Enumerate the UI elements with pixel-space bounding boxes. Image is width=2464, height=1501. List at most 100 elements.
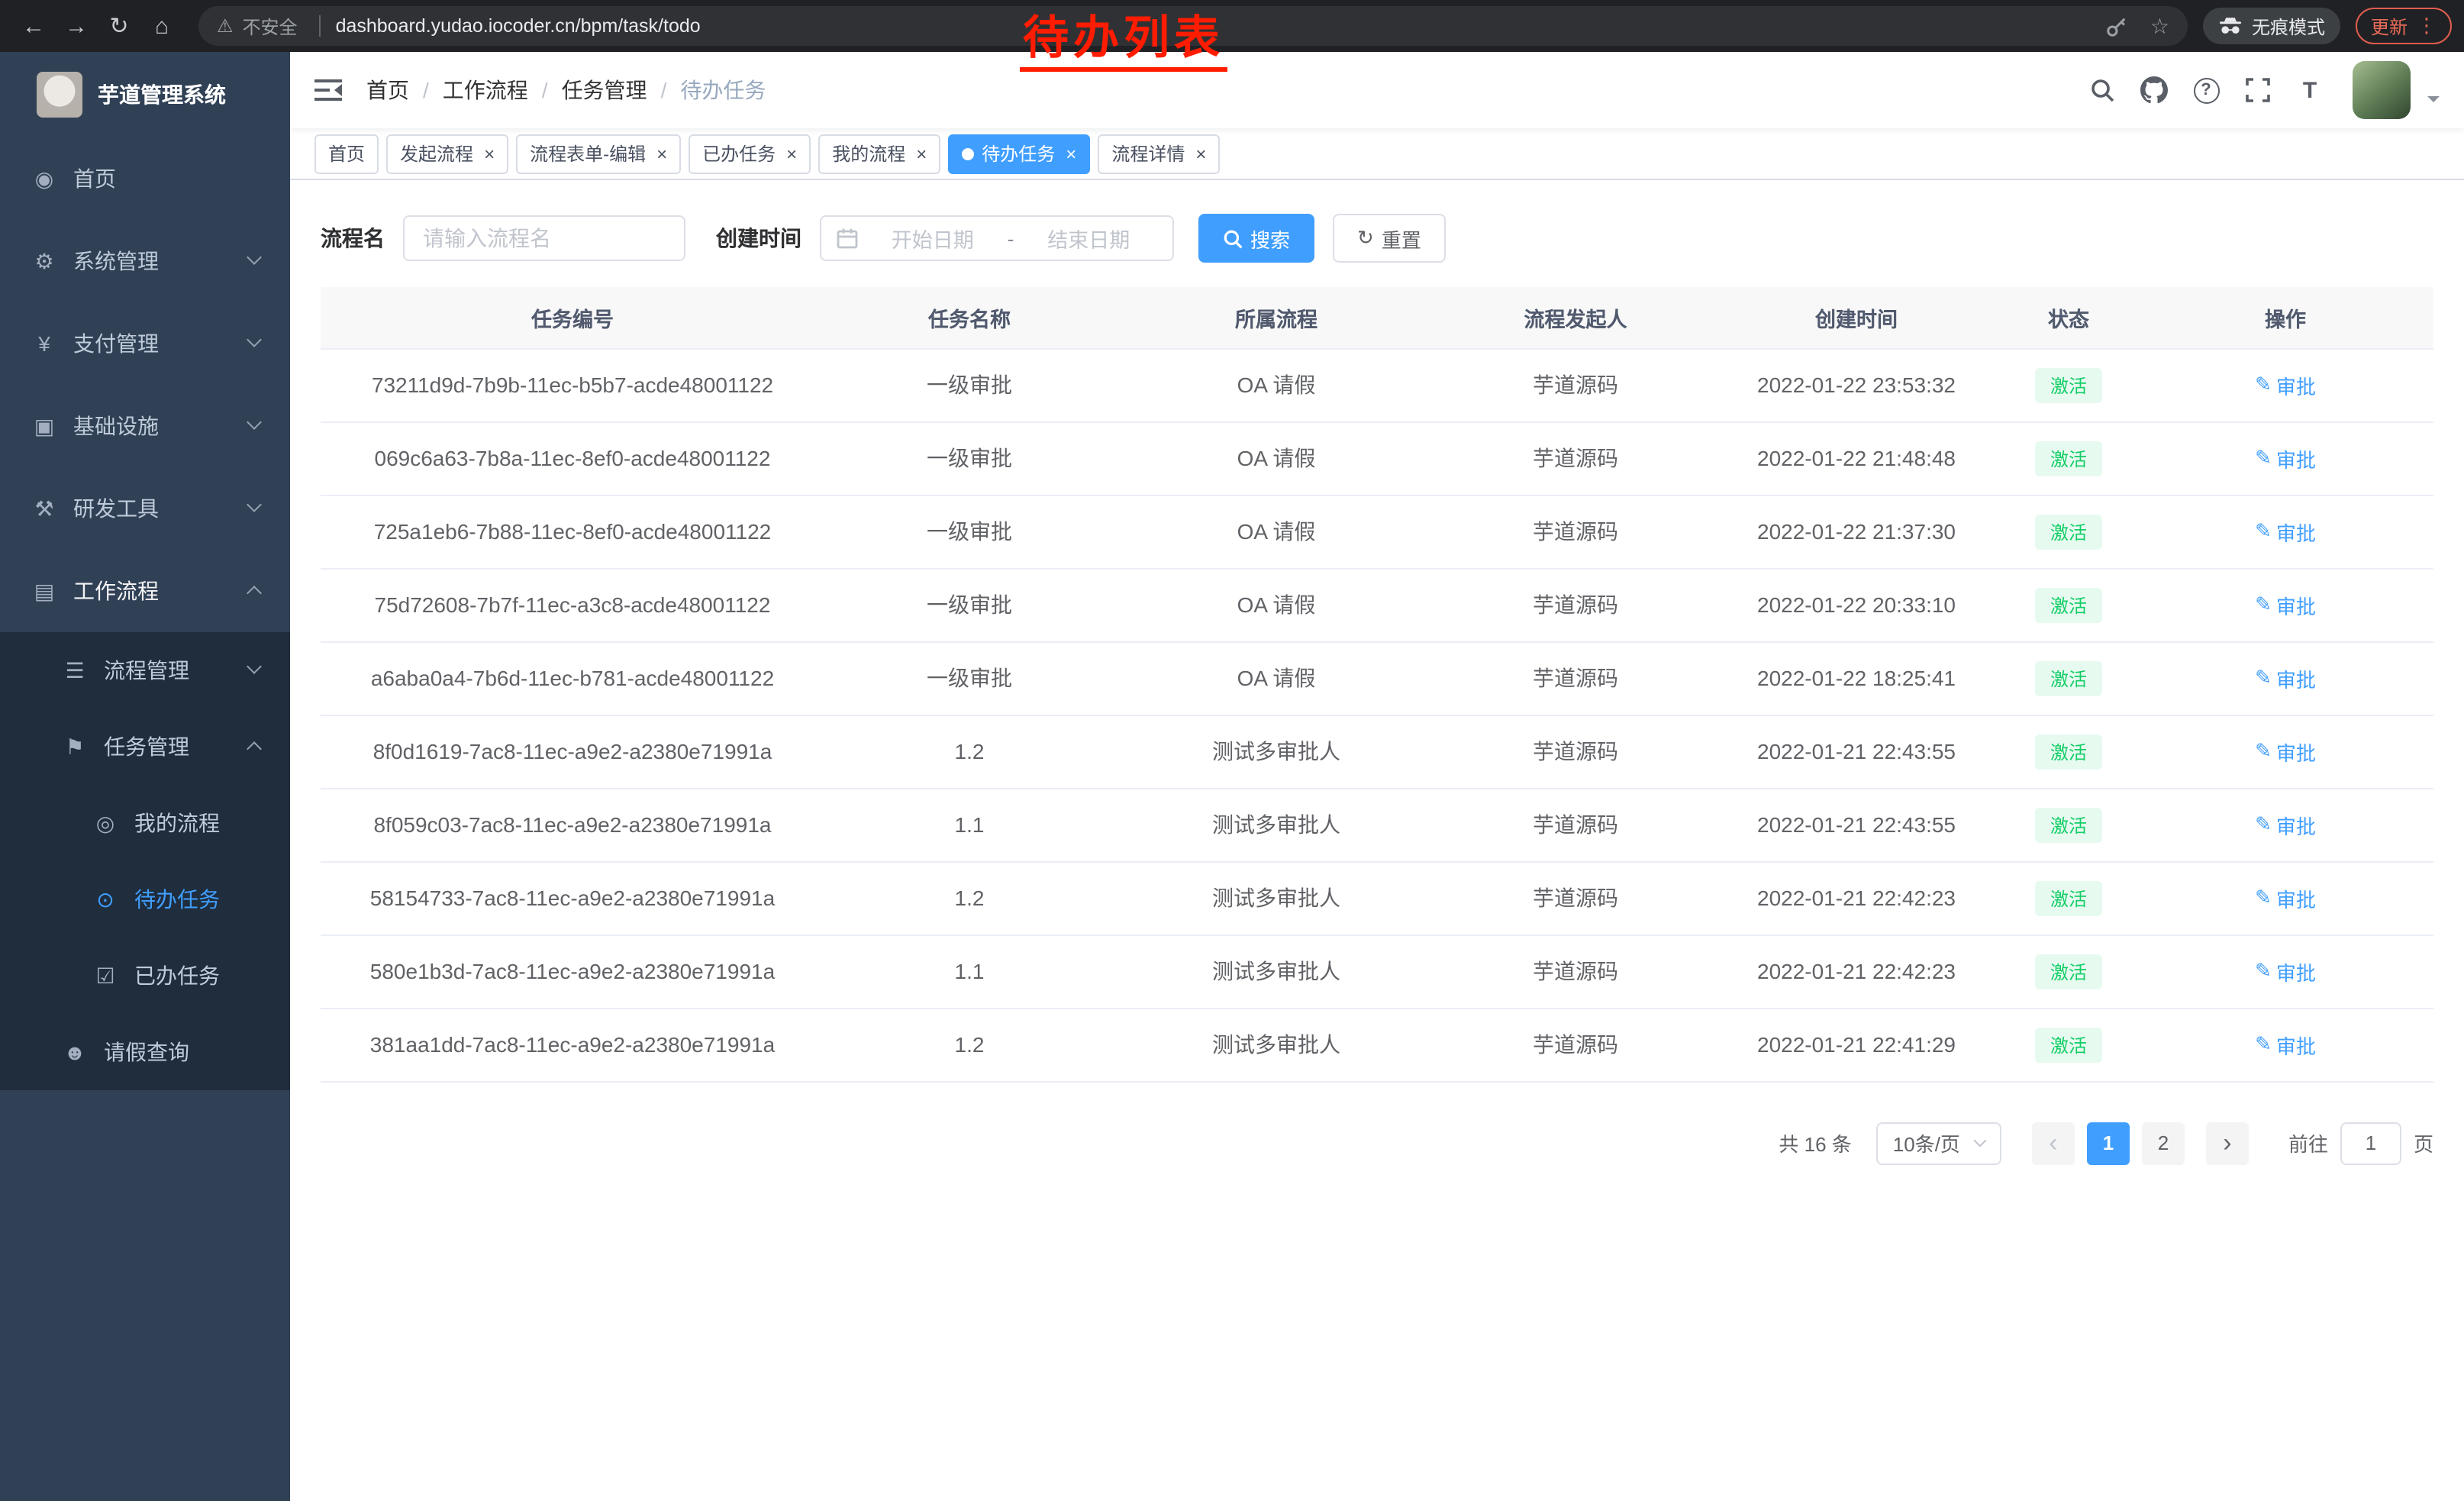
cell-created: 2022-01-22 18:25:41 xyxy=(1713,641,2000,715)
fullscreen-icon[interactable] xyxy=(2237,69,2279,111)
approve-link[interactable]: ✎ 审批 xyxy=(2255,444,2316,473)
close-icon[interactable]: × xyxy=(1195,144,1206,163)
gear-icon: ⚙ xyxy=(31,248,58,274)
cell-actions: ✎ 审批 xyxy=(2137,861,2433,934)
security-label[interactable]: 不安全 xyxy=(243,13,298,39)
reload-icon[interactable]: ↻ xyxy=(98,5,140,47)
goto-page-input[interactable] xyxy=(2340,1122,2401,1164)
approve-link[interactable]: ✎ 审批 xyxy=(2255,737,2316,766)
approve-link[interactable]: ✎ 审批 xyxy=(2255,1030,2316,1059)
tab[interactable]: 待办任务 × xyxy=(948,134,1090,173)
process-name-input[interactable] xyxy=(403,215,685,261)
sidebar-item-todo-tasks[interactable]: ⊙ 待办任务 xyxy=(0,861,290,938)
sidebar-item-devtools[interactable]: ⚒ 研发工具 xyxy=(0,467,290,550)
breadcrumb-workflow[interactable]: 工作流程 xyxy=(443,75,528,105)
search-icon[interactable] xyxy=(2081,69,2124,111)
close-icon[interactable]: × xyxy=(916,144,927,163)
github-icon[interactable] xyxy=(2133,69,2175,111)
avatar[interactable] xyxy=(2353,61,2411,119)
approve-link[interactable]: ✎ 审批 xyxy=(2255,663,2316,692)
close-icon[interactable]: × xyxy=(484,144,495,163)
bookmark-star-icon[interactable]: ☆ xyxy=(2150,13,2169,39)
table-row: 58154733-7ac8-11ec-a9e2-a2380e71991a 1.2… xyxy=(321,861,2433,934)
warning-icon: ⚠ xyxy=(217,15,234,37)
app-logo[interactable]: 芋道管理系统 xyxy=(0,52,290,137)
dashboard-icon: ◉ xyxy=(31,166,58,192)
sidebar-item-system[interactable]: ⚙ 系统管理 xyxy=(0,220,290,302)
approve-link[interactable]: ✎ 审批 xyxy=(2255,517,2316,546)
logo-avatar xyxy=(37,72,82,118)
caret-down-icon[interactable] xyxy=(2427,96,2440,108)
table-row: a6aba0a4-7b6d-11ec-b781-acde48001122 一级审… xyxy=(321,641,2433,715)
update-chip[interactable]: 更新 ⋮ xyxy=(2356,8,2452,44)
approve-link[interactable]: ✎ 审批 xyxy=(2255,590,2316,619)
approve-link[interactable]: ✎ 审批 xyxy=(2255,883,2316,912)
breadcrumb: 首页 / 工作流程 / 任务管理 / 待办任务 xyxy=(366,75,766,105)
sidebar-item-payment[interactable]: ¥ 支付管理 xyxy=(0,302,290,385)
col-task-name: 任务名称 xyxy=(824,287,1114,348)
key-icon[interactable] xyxy=(2106,15,2129,37)
sidebar-item-my-process[interactable]: ◎ 我的流程 xyxy=(0,785,290,861)
sidebar-fold-icon[interactable] xyxy=(314,78,342,102)
status-badge: 激活 xyxy=(2035,587,2102,622)
next-page-button[interactable]: › xyxy=(2206,1122,2249,1164)
date-range-picker[interactable]: 开始日期 - 结束日期 xyxy=(820,215,1174,261)
sidebar-item-infrastructure[interactable]: ▣ 基础设施 xyxy=(0,385,290,467)
page-size-select[interactable]: 10条/页 xyxy=(1876,1122,2001,1164)
tab[interactable]: 流程详情 × xyxy=(1098,134,1220,173)
forward-icon[interactable]: → xyxy=(55,5,98,47)
cell-task-id: 725a1eb6-7b88-11ec-8ef0-acde48001122 xyxy=(321,495,824,568)
start-date-placeholder[interactable]: 开始日期 xyxy=(864,223,1001,253)
close-icon[interactable]: × xyxy=(1066,144,1076,163)
sidebar-item-done-tasks[interactable]: ☑ 已办任务 xyxy=(0,938,290,1014)
table-body: 73211d9d-7b9b-11ec-b5b7-acde48001122 一级审… xyxy=(321,348,2433,1081)
check-icon: ☑ xyxy=(92,963,119,989)
tab[interactable]: 已办任务 × xyxy=(689,134,811,173)
close-icon[interactable]: × xyxy=(786,144,797,163)
cell-created: 2022-01-21 22:43:55 xyxy=(1713,788,2000,861)
approve-link[interactable]: ✎ 审批 xyxy=(2255,370,2316,399)
sidebar-item-home[interactable]: ◉ 首页 xyxy=(0,137,290,220)
cell-created: 2022-01-21 22:42:23 xyxy=(1713,861,2000,934)
tab[interactable]: 我的流程 × xyxy=(818,134,940,173)
end-date-placeholder[interactable]: 结束日期 xyxy=(1021,223,1158,253)
user-icon: ☻ xyxy=(61,1040,89,1064)
tab[interactable]: 首页 × xyxy=(314,134,379,173)
table-row: 381aa1dd-7ac8-11ec-a9e2-a2380e71991a 1.2… xyxy=(321,1008,2433,1081)
close-icon[interactable]: × xyxy=(656,144,667,163)
prev-page-button[interactable]: ‹ xyxy=(2032,1122,2075,1164)
tab[interactable]: 流程表单-编辑 × xyxy=(516,134,681,173)
back-icon[interactable]: ← xyxy=(12,5,55,47)
table-row: 8f0d1619-7ac8-11ec-a9e2-a2380e71991a 1.2… xyxy=(321,715,2433,788)
cell-process: 测试多审批人 xyxy=(1114,934,1438,1008)
workflow-icon: ▤ xyxy=(31,578,58,604)
menu-dots-icon[interactable]: ⋮ xyxy=(2417,14,2437,38)
home-icon[interactable]: ⌂ xyxy=(140,5,183,47)
sidebar-item-process-mgmt[interactable]: ☰ 流程管理 xyxy=(0,632,290,709)
status-badge: 激活 xyxy=(2035,660,2102,696)
cell-process: 测试多审批人 xyxy=(1114,861,1438,934)
search-button[interactable]: 搜索 xyxy=(1198,214,1314,263)
cell-status: 激活 xyxy=(2000,934,2137,1008)
sidebar-item-workflow[interactable]: ▤ 工作流程 xyxy=(0,550,290,632)
cell-initiator: 芋道源码 xyxy=(1438,1008,1713,1081)
chevron-down-icon xyxy=(247,250,262,265)
cell-task-id: 069c6a63-7b8a-11ec-8ef0-acde48001122 xyxy=(321,421,824,495)
help-icon[interactable]: ? xyxy=(2185,69,2227,111)
cell-initiator: 芋道源码 xyxy=(1438,861,1713,934)
breadcrumb-home[interactable]: 首页 xyxy=(366,75,409,105)
reset-button[interactable]: ↻ 重置 xyxy=(1333,214,1446,263)
approve-link[interactable]: ✎ 审批 xyxy=(2255,957,2316,986)
cell-task-id: 73211d9d-7b9b-11ec-b5b7-acde48001122 xyxy=(321,348,824,421)
breadcrumb-task-mgmt[interactable]: 任务管理 xyxy=(562,75,647,105)
tab[interactable]: 发起流程 × xyxy=(386,134,508,173)
page-button-2[interactable]: 2 xyxy=(2142,1122,2185,1164)
sidebar-item-task-mgmt[interactable]: ⚑ 任务管理 xyxy=(0,709,290,785)
page-button-1[interactable]: 1 xyxy=(2087,1122,2130,1164)
cell-initiator: 芋道源码 xyxy=(1438,788,1713,861)
range-separator: - xyxy=(1008,227,1014,250)
font-size-icon[interactable]: T xyxy=(2288,69,2331,111)
sidebar-item-leave-query[interactable]: ☻ 请假查询 xyxy=(0,1014,290,1090)
tab-label: 发起流程 xyxy=(400,140,473,166)
approve-link[interactable]: ✎ 审批 xyxy=(2255,810,2316,839)
